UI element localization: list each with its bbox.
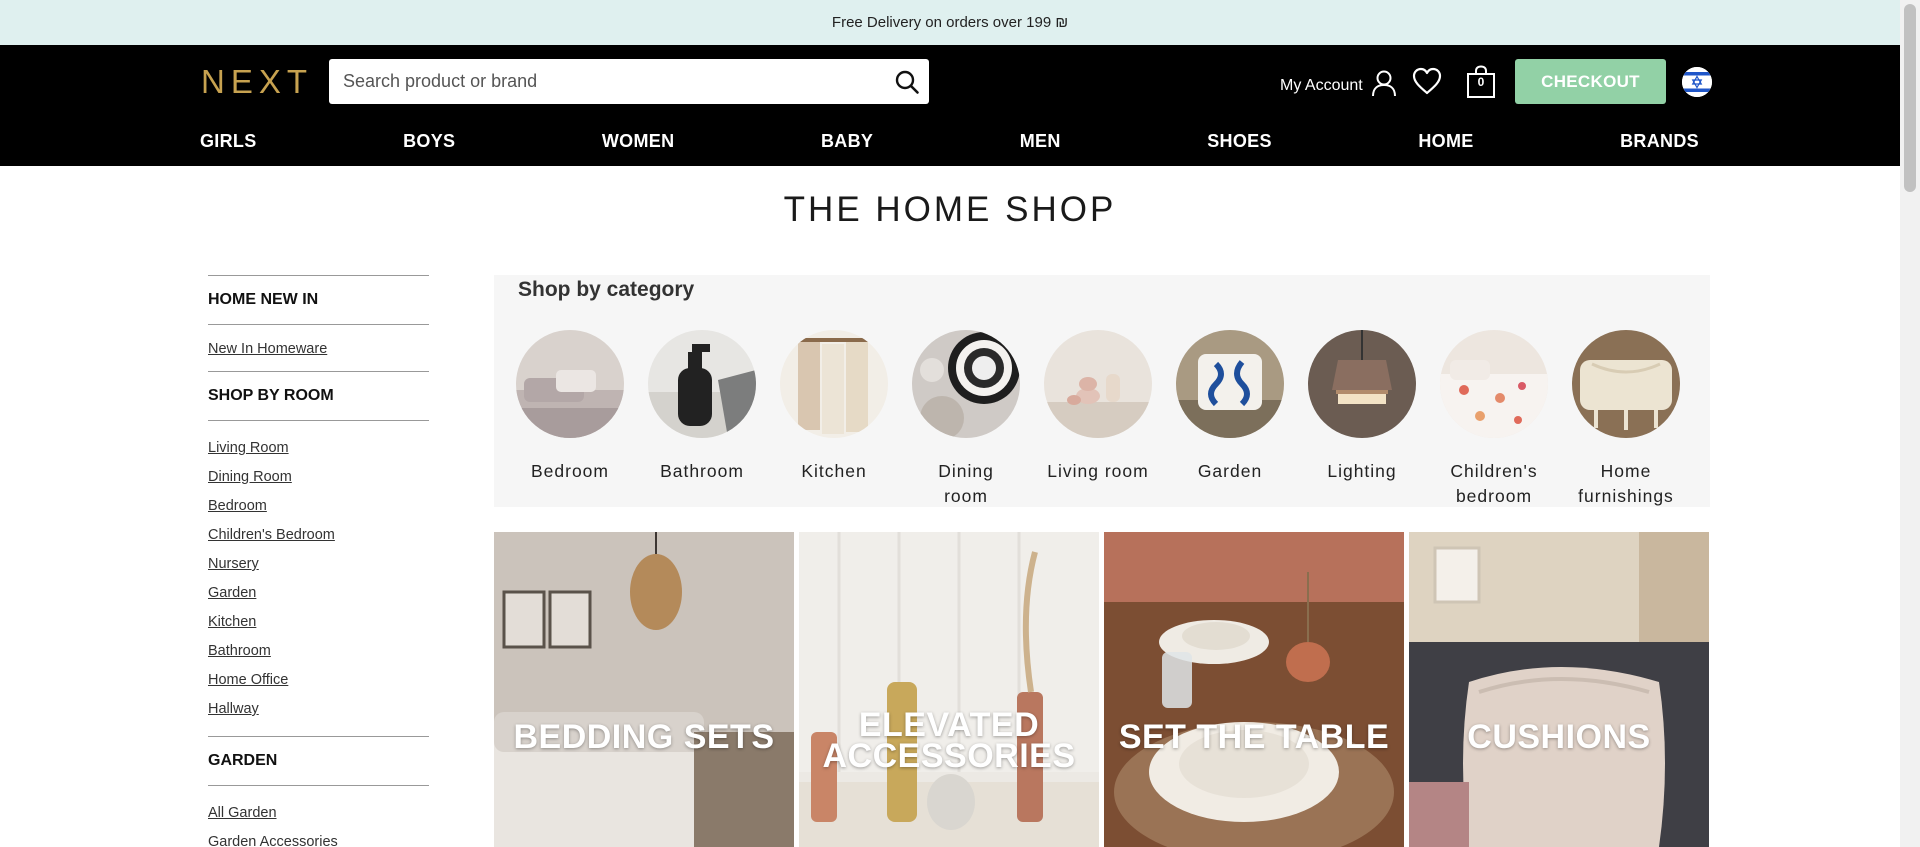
category-label: Bedroom [530,461,609,481]
sidebar-link-new-in-homeware[interactable]: New In Homeware [208,335,429,364]
next-logo[interactable]: NEXT [201,63,313,101]
promo-banner: Free Delivery on orders over 199 ₪ [0,0,1900,45]
category-dining-room[interactable]: Dining room [900,330,1032,509]
category-living-room[interactable]: Living room [1032,330,1164,484]
set-the-table-image [1104,532,1404,847]
category-label: Bathroom [660,461,744,481]
nav-girls[interactable]: GIRLS [200,131,257,152]
category-home-furnishings[interactable]: Home furnishings [1560,330,1692,509]
sidebar-link-living-room[interactable]: Living Room [208,434,429,463]
category-dining-room-image [912,330,1020,438]
my-account-link[interactable]: My Account [1280,69,1397,102]
heart-icon[interactable] [1412,67,1442,100]
tile-cushions[interactable]: CUSHIONS [1409,532,1709,847]
search-icon[interactable] [885,60,929,104]
category-home-furnishings-image [1572,330,1680,438]
shop-by-category-title: Shop by category [518,278,695,301]
sidebar-new-in-links: New In Homeware [208,325,429,371]
nav-men[interactable]: MEN [1020,131,1061,152]
sidebar-link-home-office[interactable]: Home Office [208,666,429,695]
tile-label: BEDDING SETS [513,718,775,756]
tile-label: CUSHIONS [1467,718,1651,756]
shop-by-category: Shop by category Bedroom Bathroom Kitche… [494,275,1710,507]
tile-bedding-sets[interactable]: BEDDING SETS [494,532,794,847]
sidebar-link-kitchen[interactable]: Kitchen [208,608,429,637]
search-bar [329,59,929,104]
tile-label: SET THE TABLE [1118,718,1390,756]
tile-elevated-accessories[interactable]: ELEVATED ACCESSORIES [799,532,1099,847]
sidebar-heading-garden[interactable]: GARDEN [208,737,429,785]
category-garden[interactable]: Garden [1164,330,1296,484]
sidebar-link-hallway[interactable]: Hallway [208,695,429,724]
sidebar-link-all-garden[interactable]: All Garden [208,799,429,828]
category-label: Living room [1047,461,1149,481]
sidebar-heading-shop-by-room[interactable]: SHOP BY ROOM [208,372,429,420]
page-title: THE HOME SHOP [783,190,1117,229]
elevated-accessories-image [799,532,1099,847]
cushions-image [1409,532,1709,847]
sidebar-link-dining-room[interactable]: Dining Room [208,463,429,492]
search-input[interactable] [329,59,885,104]
sidebar-heading-home-new-in[interactable]: HOME NEW IN [208,276,429,324]
sidebar-link-bathroom[interactable]: Bathroom [208,637,429,666]
nav-baby[interactable]: BABY [821,131,873,152]
category-label: Children's bedroom [1450,461,1538,506]
category-label: Home furnishings [1578,461,1674,506]
category-bathroom-image [648,330,756,438]
category-childrens-bedroom[interactable]: Children's bedroom [1428,330,1560,509]
scrollbar-thumb[interactable] [1904,4,1916,192]
my-account-label: My Account [1280,76,1363,94]
sidebar-link-garden-accessories[interactable]: Garden Accessories [208,828,429,847]
category-label: Dining room [938,461,994,506]
category-kitchen[interactable]: Kitchen [768,330,900,484]
category-garden-image [1176,330,1284,438]
sidebar-link-nursery[interactable]: Nursery [208,550,429,579]
category-bedroom-image [516,330,624,438]
tile-label: ELEVATED ACCESSORIES [822,706,1076,775]
category-living-room-image [1044,330,1152,438]
sidebar-garden-links: All Garden Garden Accessories [208,786,429,847]
nav-boys[interactable]: BOYS [403,131,455,152]
category-label: Garden [1197,461,1263,481]
israel-flag-icon[interactable] [1682,67,1712,97]
category-label: Lighting [1327,461,1397,481]
sidebar-link-childrens-bedroom[interactable]: Children's Bedroom [208,521,429,550]
bedding-sets-image [494,532,794,847]
category-bathroom[interactable]: Bathroom [636,330,768,484]
category-childrens-bedroom-image [1440,330,1548,438]
bag-count: 0 [1477,75,1485,89]
shopping-bag-button[interactable]: 0 [1466,65,1496,104]
nav-women[interactable]: WOMEN [602,131,675,152]
sidebar-link-garden[interactable]: Garden [208,579,429,608]
sidebar-room-links: Living Room Dining Room Bedroom Children… [208,421,429,736]
nav-home[interactable]: HOME [1418,131,1473,152]
user-icon [1371,69,1397,102]
nav-shoes[interactable]: SHOES [1207,131,1272,152]
category-label: Kitchen [801,461,867,481]
main-nav: GIRLS BOYS WOMEN BABY MEN SHOES HOME BRA… [200,131,1699,152]
promo-text: Free Delivery on orders over 199 ₪ [831,14,1069,31]
category-lighting-image [1308,330,1416,438]
site-header: NEXT My Account 0 CHECKOUT GIRLS BOYS WO… [0,45,1900,166]
sidebar-link-bedroom[interactable]: Bedroom [208,492,429,521]
category-bedroom[interactable]: Bedroom [504,330,636,484]
nav-brands[interactable]: BRANDS [1620,131,1699,152]
tile-set-the-table[interactable]: SET THE TABLE [1104,532,1404,847]
sidebar: HOME NEW IN New In Homeware SHOP BY ROOM… [208,275,429,847]
category-kitchen-image [780,330,888,438]
checkout-button[interactable]: CHECKOUT [1515,59,1666,104]
category-lighting[interactable]: Lighting [1296,330,1428,484]
page-scrollbar[interactable] [1900,0,1920,847]
